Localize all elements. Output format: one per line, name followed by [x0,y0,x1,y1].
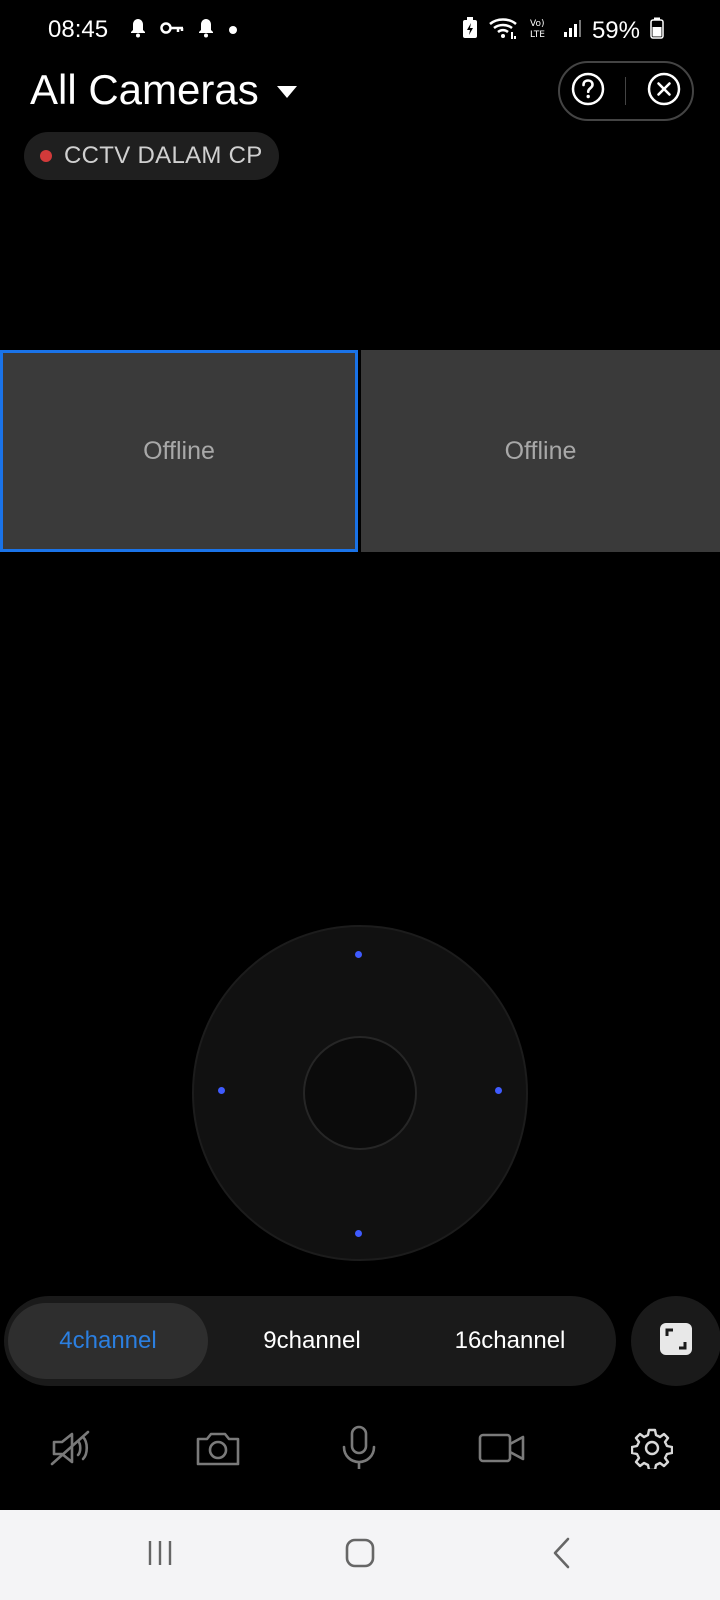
recent-apps-icon [144,1539,176,1572]
header-divider [625,77,627,105]
volte-icon: Vo) LTE [528,16,552,45]
caret-down-icon [276,86,297,98]
notification-bell-icon [198,18,214,43]
help-button[interactable] [570,71,606,112]
help-icon [570,71,606,112]
status-notification-icons [130,18,238,43]
status-system-icons: Vo) LTE 59% [462,16,664,45]
status-time: 08:45 [48,16,109,43]
status-bar: 08:45 Vo) LTE 59% [0,0,720,62]
channel-option-16[interactable]: 16channel [410,1303,610,1379]
record-button[interactable] [474,1422,530,1478]
svg-text:LTE: LTE [530,30,545,40]
device-name: CCTV DALAM CP [64,142,263,169]
ptz-down-button[interactable] [355,1230,362,1237]
fullscreen-button[interactable] [631,1296,720,1386]
mute-speaker-icon [48,1428,96,1473]
home-button[interactable] [330,1532,390,1578]
ptz-center-button[interactable] [303,1036,417,1150]
bottom-toolbar [0,1410,720,1490]
battery-percent: 59% [591,16,640,44]
camera-snapshot-icon [194,1428,242,1473]
video-record-icon [477,1430,527,1471]
device-status-dot [40,150,52,162]
close-button[interactable] [646,71,682,112]
home-icon [344,1537,376,1574]
page-title: All Cameras [30,66,259,113]
ptz-direction-pad[interactable] [192,925,528,1261]
ptz-right-button[interactable] [495,1087,502,1094]
back-icon [550,1537,574,1574]
microphone-icon [339,1425,379,1476]
system-navigation-bar [0,1510,720,1600]
header-actions [558,61,694,121]
signal-icon [562,18,582,43]
battery-icon [650,17,664,44]
snapshot-button[interactable] [190,1422,246,1478]
settings-button[interactable] [624,1422,680,1478]
wifi-icon [488,16,518,45]
camera-tile-2[interactable]: Offline [361,350,720,552]
camera-group-selector[interactable]: All Cameras [30,66,297,114]
device-chip[interactable]: CCTV DALAM CP [24,132,279,180]
camera-status: Offline [143,436,215,465]
svg-text:Vo): Vo) [530,19,544,29]
channel-layout-selector: 4channel 9channel 16channel [4,1296,616,1386]
camera-status: Offline [504,436,577,465]
notification-bell-icon [130,18,146,43]
talk-button[interactable] [331,1422,387,1478]
dot-icon [228,22,238,40]
back-button[interactable] [532,1532,592,1578]
close-circle-icon [646,71,682,112]
mute-button[interactable] [44,1422,100,1478]
camera-tile-1[interactable]: Offline [0,350,358,552]
vpn-key-icon [160,21,184,40]
ptz-left-button[interactable] [218,1087,225,1094]
camera-grid: Offline Offline [0,350,720,552]
settings-gear-icon [630,1427,674,1474]
fullscreen-icon [658,1321,694,1362]
battery-saver-icon [462,17,478,44]
recent-apps-button[interactable] [130,1532,190,1578]
channel-option-4[interactable]: 4channel [8,1303,208,1379]
channel-option-9[interactable]: 9channel [212,1303,412,1379]
ptz-up-button[interactable] [355,951,362,958]
app-screen: 08:45 Vo) LTE 59% All Cameras CCTV DALAM… [0,0,720,1600]
